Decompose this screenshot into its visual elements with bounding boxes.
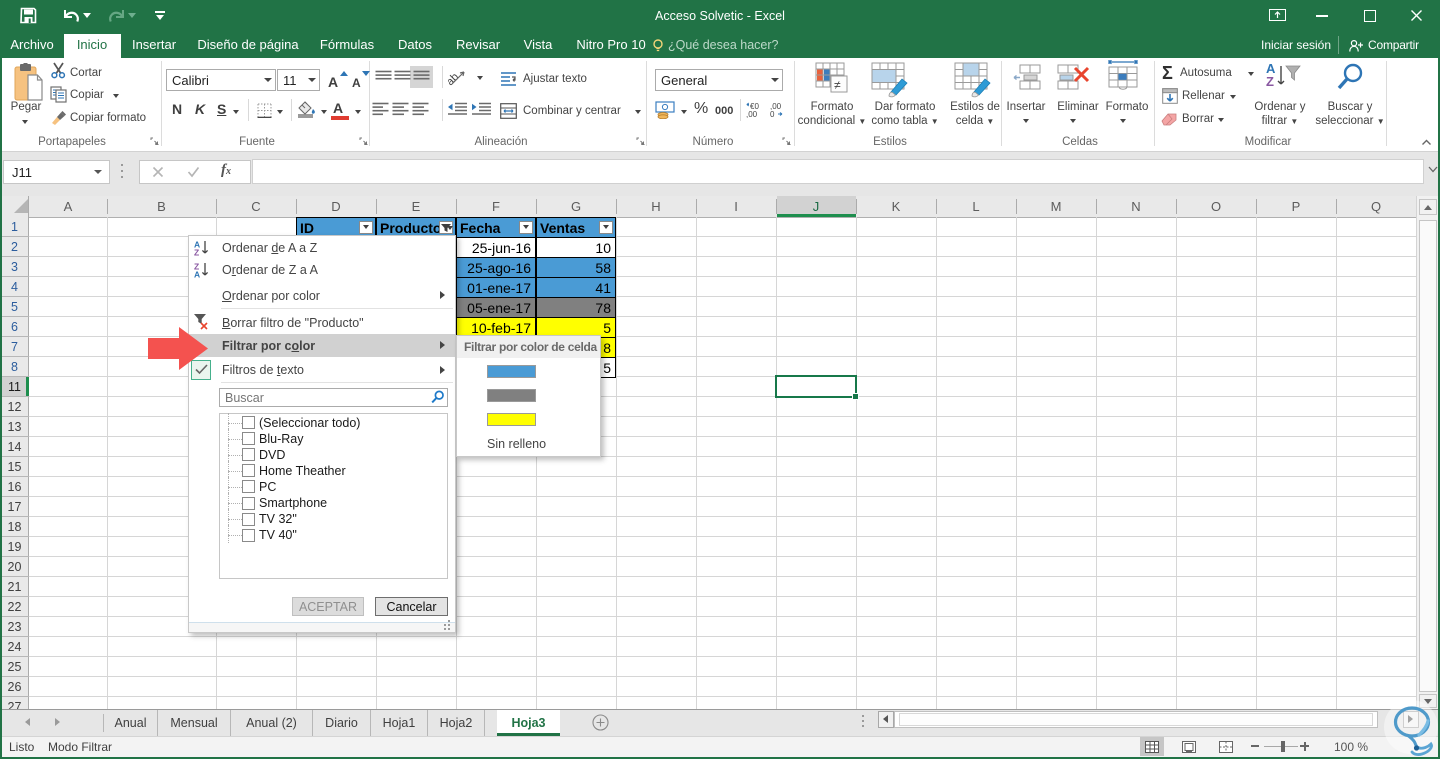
- svg-text:A: A: [194, 270, 200, 279]
- svg-text:ab: ab: [448, 71, 461, 86]
- svg-text:0: 0: [770, 110, 775, 118]
- svg-text:,00: ,00: [746, 110, 758, 118]
- svg-text:Z: Z: [194, 248, 199, 257]
- svg-text:≠: ≠: [834, 78, 841, 92]
